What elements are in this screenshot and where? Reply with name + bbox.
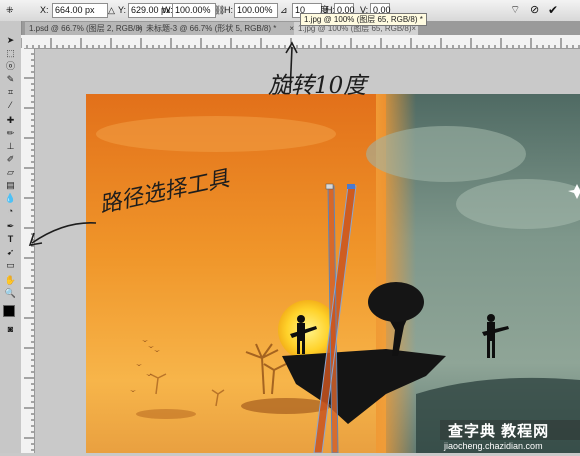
crop-tool-icon[interactable]: ⌗ xyxy=(4,87,17,98)
watermark-url: jiaocheng.chazidian.com xyxy=(444,441,543,451)
tab-label: 1.psd @ 66.7% (图层 2, RGB/8) * xyxy=(29,24,144,33)
healing-brush-tool-icon[interactable]: ✚ xyxy=(4,115,17,126)
cancel-transform-icon[interactable]: ⊘ xyxy=(530,3,539,18)
move-tool-icon[interactable]: ➤ xyxy=(4,35,17,46)
commit-transform-icon[interactable]: ✔ xyxy=(548,3,558,18)
angle-icon: ⊿ xyxy=(280,5,288,15)
blur-tool-icon[interactable]: 💧 xyxy=(4,193,17,204)
document-canvas[interactable] xyxy=(86,94,580,453)
cloud xyxy=(96,116,336,152)
tools-panel: ➤ ⬚ ⓞ ✎ ⌗ ⁄ ✚ ✏ ⊥ ✐ ▱ ▤ 💧 ◔ ✒ T ➹ ▭ ✋ 🔍 … xyxy=(0,21,22,453)
gradient-tool-icon[interactable]: ▤ xyxy=(4,180,17,191)
options-y-label: Y: xyxy=(118,5,127,15)
small-island xyxy=(136,409,196,419)
vertical-ruler xyxy=(21,47,35,453)
zoom-tool-icon[interactable]: 🔍 xyxy=(4,288,17,299)
pen-tool-icon[interactable]: ✒ xyxy=(4,221,17,232)
x-position-field[interactable]: 664.00 px xyxy=(52,3,108,18)
annotation-rotate: 旋转10度 xyxy=(268,73,367,99)
cloud xyxy=(366,126,526,182)
watermark-text: 查字典 教程网 xyxy=(448,423,550,440)
transform-reference-icon[interactable]: ⁜ xyxy=(6,3,14,18)
brush-tool-icon[interactable]: ✏ xyxy=(4,128,17,139)
ruler-ticks xyxy=(24,47,34,451)
options-bar: ⁜ X: 664.00 px △ Y: 629.00 px W: 100.00%… xyxy=(0,0,580,22)
history-brush-tool-icon[interactable]: ✐ xyxy=(4,154,17,165)
quick-select-tool-icon[interactable]: ✎ xyxy=(4,74,17,85)
width-field[interactable]: 100.00% xyxy=(172,3,216,18)
quick-mask-icon[interactable]: ◙ xyxy=(4,324,17,335)
foreground-color-swatch[interactable] xyxy=(3,305,15,317)
hand-tool-icon[interactable]: ✋ xyxy=(4,275,17,286)
path-selection-tool-icon[interactable]: ➹ xyxy=(4,247,17,258)
small-island xyxy=(241,398,331,414)
warp-icon[interactable]: ⌔ xyxy=(510,3,520,18)
lasso-tool-icon[interactable]: ⓞ xyxy=(4,61,17,72)
clone-stamp-tool-icon[interactable]: ⊥ xyxy=(4,141,17,152)
watermark: 查字典 教程网 jiaocheng.chazidian.com xyxy=(440,420,580,453)
dodge-tool-icon[interactable]: ◔ xyxy=(4,206,17,217)
height-field[interactable]: 100.00% xyxy=(234,3,278,18)
document-tooltip: 1.jpg @ 100% (图层 65, RGB/8) * xyxy=(300,13,427,26)
tree-canopy xyxy=(368,282,424,322)
marquee-tool-icon[interactable]: ⬚ xyxy=(4,48,17,59)
eraser-tool-icon[interactable]: ▱ xyxy=(4,167,17,178)
type-tool-icon[interactable]: T xyxy=(4,234,17,245)
eyedropper-tool-icon[interactable]: ⁄ xyxy=(4,100,17,111)
tab-untitled-3[interactable]: 未标题-3 @ 66.7% (形状 5, RGB/8) * × xyxy=(142,22,296,35)
path-tool-arrow xyxy=(28,222,97,247)
shape-tool-icon[interactable]: ▭ xyxy=(4,260,17,271)
tab-label: 未标题-3 @ 66.7% (形状 5, RGB/8) * xyxy=(146,24,277,33)
options-x-label: X: xyxy=(40,5,49,15)
tab-1-psd[interactable]: 1.psd @ 66.7% (图层 2, RGB/8) * × xyxy=(25,22,144,35)
delta-icon[interactable]: △ xyxy=(108,3,115,18)
artwork xyxy=(86,94,580,453)
options-h-label: H: xyxy=(224,5,233,15)
